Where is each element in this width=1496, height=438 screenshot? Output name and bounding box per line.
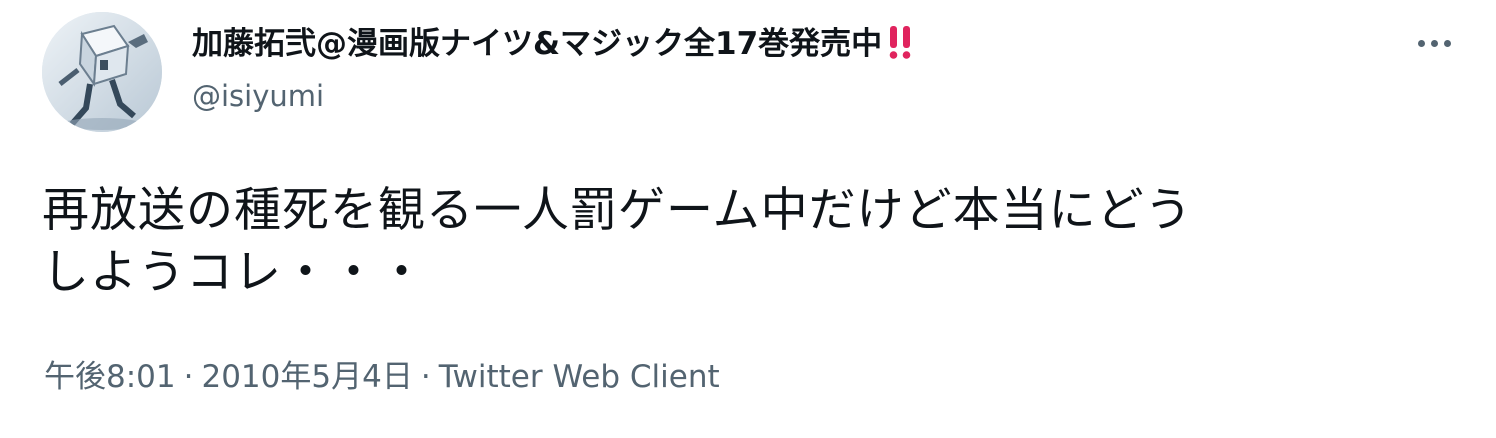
more-options-button[interactable] xyxy=(1410,26,1458,60)
tweet-text-line: しようコレ・・・ xyxy=(42,245,426,300)
tweet-timestamp-link[interactable]: 午後8:01 · 2010年5月4日 xyxy=(44,359,413,395)
separator: · xyxy=(420,359,431,395)
avatar-image xyxy=(42,12,162,132)
avatar[interactable] xyxy=(42,12,162,132)
author-handle[interactable]: @isiyumi xyxy=(192,78,324,114)
author-display-name[interactable]: 加藤拓弐@漫画版ナイツ&マジック全17巻発売中 xyxy=(192,22,916,66)
tweet-date: 2010年5月4日 xyxy=(201,359,413,395)
tweet-text-line: 再放送の種死を観る一人罰ゲーム中だけど本当にどう xyxy=(42,183,1193,238)
tweet-card: 加藤拓弐@漫画版ナイツ&マジック全17巻発売中 @isiyumi 再放送の種死を… xyxy=(0,0,1496,438)
tweet-text: 再放送の種死を観る一人罰ゲーム中だけど本当にどう しようコレ・・・ xyxy=(42,180,1442,304)
display-name-text: 加藤拓弐@漫画版ナイツ&マジック全17巻発売中 xyxy=(192,26,883,62)
tweet-source-link[interactable]: Twitter Web Client xyxy=(439,359,720,395)
tweet-metadata: 午後8:01 · 2010年5月4日 · Twitter Web Client xyxy=(44,356,720,398)
double-exclamation-icon xyxy=(884,24,916,60)
separator: · xyxy=(183,359,194,395)
tweet-time: 午後8:01 xyxy=(44,359,176,395)
